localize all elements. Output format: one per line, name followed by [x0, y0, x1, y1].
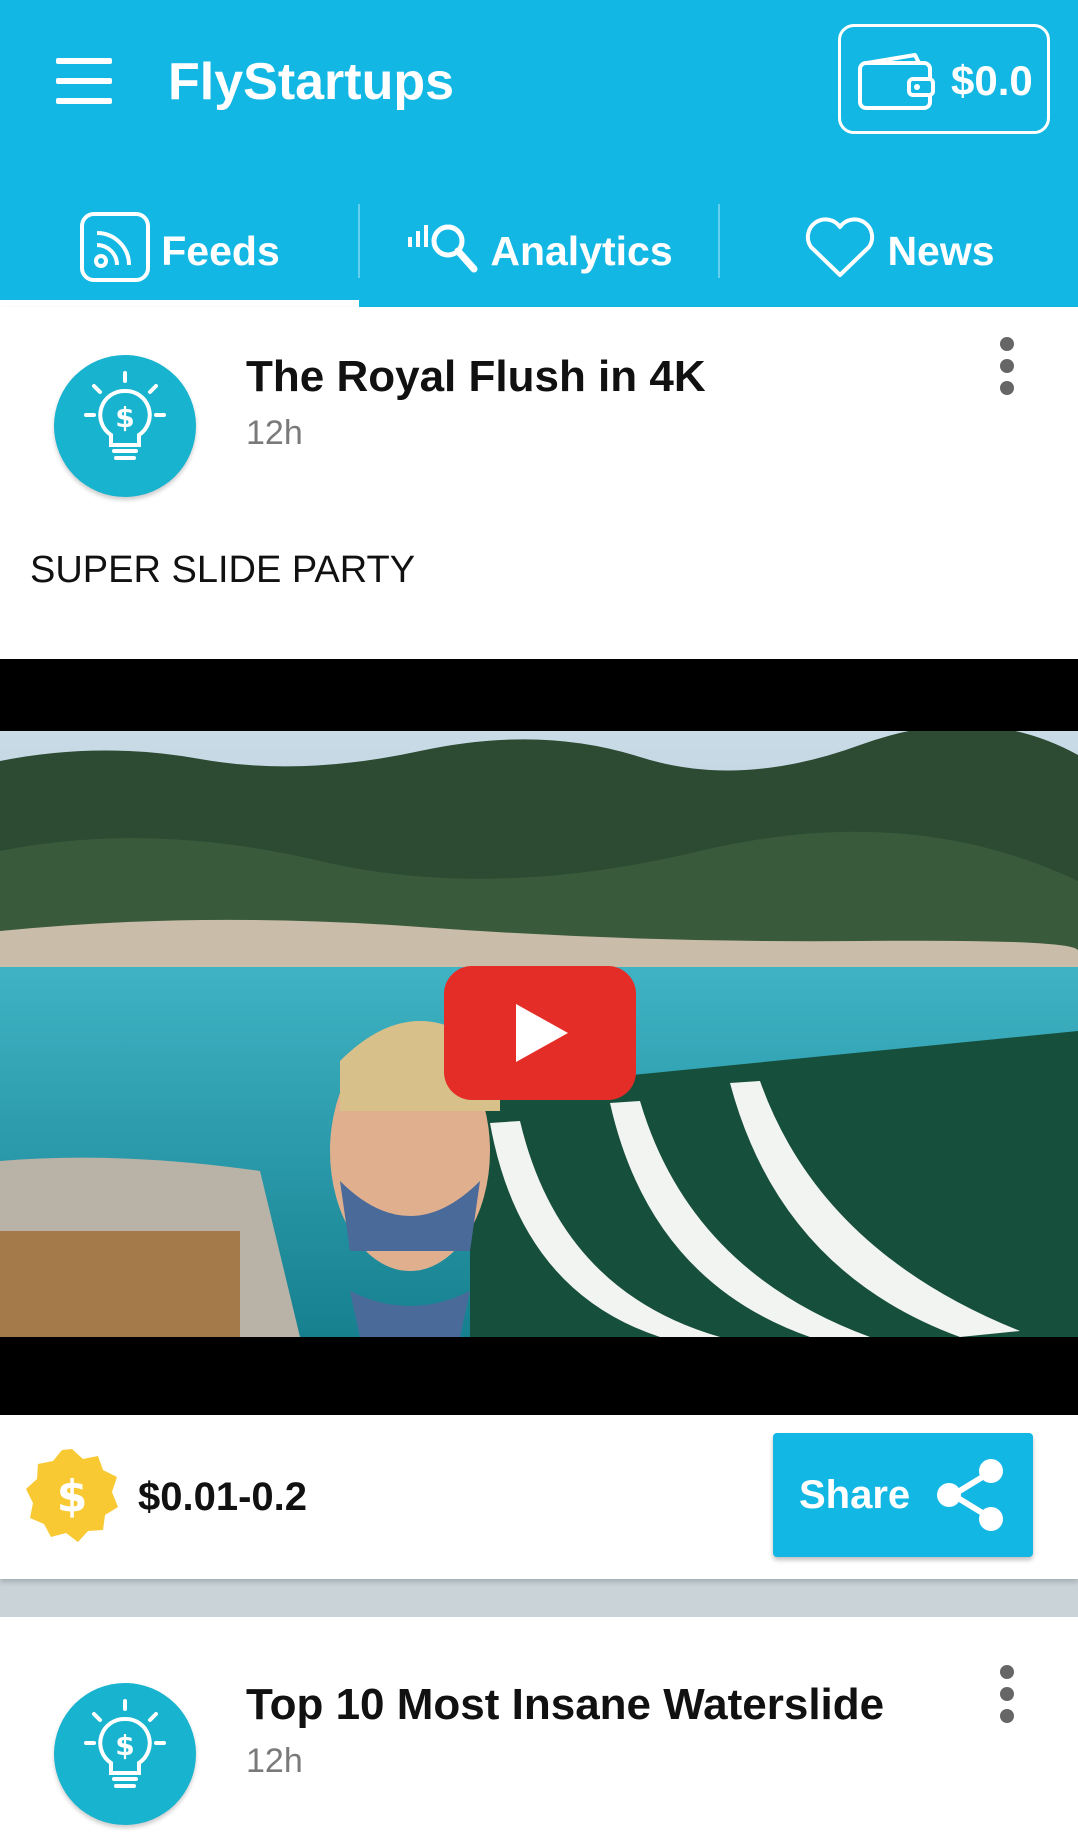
reward-amount: $0.01-0.2	[138, 1475, 308, 1519]
post-title: Top 10 Most Insane Waterslide	[246, 1680, 885, 1729]
tab-feeds-label: Feeds	[161, 228, 280, 274]
menu-icon[interactable]	[52, 58, 116, 104]
svg-text:$: $	[57, 1471, 88, 1522]
play-icon	[516, 1004, 568, 1062]
svg-text:$: $	[115, 1729, 134, 1762]
heart-icon	[803, 215, 877, 289]
tab-active-indicator	[0, 300, 359, 307]
post-time: 12h	[246, 1742, 303, 1780]
avatar[interactable]: $	[54, 1683, 196, 1825]
share-button[interactable]: Share	[773, 1433, 1033, 1557]
tab-news-label: News	[887, 228, 995, 274]
more-options-icon[interactable]	[992, 337, 1022, 397]
post-text: SUPER SLIDE PARTY	[30, 549, 416, 591]
post-title: The Royal Flush in 4K	[246, 352, 706, 401]
wallet-icon	[858, 53, 935, 110]
analytics-search-icon	[406, 217, 480, 287]
tab-news[interactable]: News	[720, 196, 1078, 307]
avatar[interactable]: $	[54, 355, 196, 497]
lightbulb-dollar-icon: $	[84, 371, 166, 460]
rss-icon	[79, 211, 151, 293]
share-icon	[937, 1459, 1003, 1531]
app-bar: FlyStartups $0.0 Feeds Analytics News	[0, 0, 1078, 307]
tab-analytics-label: Analytics	[490, 228, 673, 274]
coin-icon: $	[24, 1447, 120, 1543]
tab-analytics[interactable]: Analytics	[360, 196, 719, 307]
wallet-button[interactable]: $0.0	[838, 24, 1050, 134]
feed-card: $ Top 10 Most Insane Waterslide 12h	[0, 1617, 1078, 1839]
lightbulb-dollar-icon: $	[84, 1699, 166, 1788]
svg-text:$: $	[115, 401, 134, 434]
app-title: FlyStartups	[168, 53, 455, 111]
play-button[interactable]	[444, 966, 636, 1100]
share-label: Share	[799, 1473, 911, 1517]
tab-bar: Feeds Analytics News	[0, 196, 1078, 307]
post-time: 12h	[246, 414, 303, 452]
wallet-balance: $0.0	[951, 57, 1033, 104]
tab-feeds[interactable]: Feeds	[0, 196, 359, 307]
more-options-icon[interactable]	[992, 1665, 1022, 1725]
